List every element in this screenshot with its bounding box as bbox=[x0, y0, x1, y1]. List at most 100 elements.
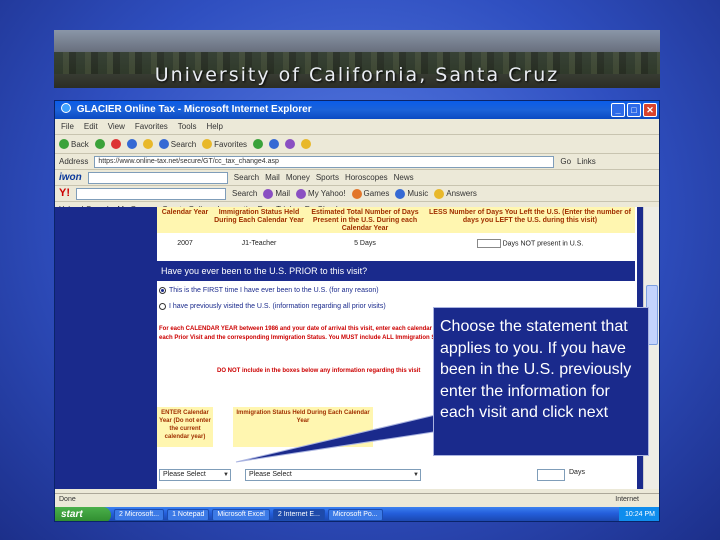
days-input[interactable] bbox=[537, 469, 565, 481]
forward-arrow-icon bbox=[94, 139, 105, 149]
university-banner: University of California, Santa Cruz bbox=[54, 30, 660, 88]
system-tray-clock: 10:24 PM bbox=[619, 507, 659, 521]
yahoo-item-answers[interactable]: Answers bbox=[434, 186, 477, 201]
iwon-search-button[interactable]: Search bbox=[234, 170, 259, 185]
task-button-4[interactable]: 2 Internet E... bbox=[272, 509, 325, 521]
iwon-item-sports[interactable]: Sports bbox=[316, 170, 339, 185]
instruction-callout: Choose the statement that applies to you… bbox=[433, 307, 649, 456]
prior-visit-instructions: For each CALENDAR YEAR between 1986 and … bbox=[159, 326, 454, 341]
mail-icon bbox=[269, 139, 280, 149]
yahoo-item-games[interactable]: Games bbox=[351, 186, 389, 201]
iwon-item-mail[interactable]: Mail bbox=[265, 170, 280, 185]
favorites-button[interactable]: Favorites bbox=[202, 137, 247, 152]
search-icon bbox=[158, 139, 169, 149]
iwon-logo: iwon bbox=[59, 172, 82, 183]
option-previous-visit[interactable]: I have previously visited the U.S. (info… bbox=[159, 303, 386, 310]
menu-file[interactable]: File bbox=[59, 119, 76, 134]
go-button[interactable]: Go bbox=[560, 154, 571, 169]
print-button[interactable] bbox=[285, 139, 296, 149]
task-button-3[interactable]: Microsoft Excel bbox=[212, 509, 270, 521]
menu-bar: File Edit View Favorites Tools Help bbox=[55, 119, 659, 135]
back-arrow-icon bbox=[59, 139, 69, 149]
home-button[interactable] bbox=[142, 139, 153, 149]
yahoo-toolbar: Y! Search Mail My Yahoo! Games Music Ans… bbox=[55, 186, 659, 202]
option-first-time[interactable]: This is the FIRST time I have ever been … bbox=[159, 287, 379, 294]
row-days-left: Days NOT present in U.S. bbox=[425, 238, 635, 248]
task-button-5[interactable]: Microsoft Po... bbox=[327, 509, 383, 521]
forward-button[interactable] bbox=[94, 139, 105, 149]
stop-icon bbox=[110, 139, 121, 149]
iwon-toolbar: iwon Search Mail Money Sports Horoscopes… bbox=[55, 170, 659, 186]
days-label: Days bbox=[569, 469, 585, 476]
security-zone: Internet bbox=[615, 496, 639, 503]
home-icon bbox=[142, 139, 153, 149]
col-days-left: LESS Number of Days You Left the U.S. (E… bbox=[429, 209, 631, 224]
minimize-button[interactable]: _ bbox=[611, 103, 625, 117]
address-input[interactable]: https://www.online-tax.net/secure/GT/cc_… bbox=[94, 155, 555, 168]
history-icon bbox=[253, 139, 264, 149]
address-label: Address bbox=[59, 157, 89, 166]
visit-table-row: 2007 J1-Teacher 5 Days Days NOT present … bbox=[157, 233, 635, 253]
menu-favorites[interactable]: Favorites bbox=[133, 119, 170, 134]
iwon-item-money[interactable]: Money bbox=[286, 170, 310, 185]
myyahoo-icon bbox=[296, 188, 307, 199]
back-button[interactable]: Back bbox=[59, 137, 89, 152]
exclude-current-visit-note: DO NOT include in the boxes below any in… bbox=[217, 368, 421, 374]
mail-button[interactable] bbox=[269, 139, 280, 149]
status-select[interactable]: Please Select bbox=[245, 469, 421, 481]
print-icon bbox=[285, 139, 296, 149]
standard-toolbar: Back Search Favorites bbox=[55, 135, 659, 154]
yahoo-search-button[interactable]: Search bbox=[232, 186, 257, 201]
banner-title: University of California, Santa Cruz bbox=[154, 64, 560, 86]
ie-icon bbox=[61, 103, 71, 113]
first-time-radio[interactable] bbox=[159, 287, 166, 294]
menu-help[interactable]: Help bbox=[204, 119, 224, 134]
star-icon bbox=[202, 139, 213, 149]
windows-taskbar: start 2 Microsoft... 1 Notepad Microsoft… bbox=[55, 507, 659, 521]
year-select[interactable]: Please Select bbox=[159, 469, 231, 481]
menu-edit[interactable]: Edit bbox=[82, 119, 100, 134]
close-button[interactable]: ✕ bbox=[643, 103, 657, 117]
row-year: 2007 bbox=[177, 239, 193, 247]
status-bar: Done Internet bbox=[55, 493, 659, 505]
refresh-button[interactable] bbox=[126, 139, 137, 149]
music-icon bbox=[395, 188, 406, 199]
search-button[interactable]: Search bbox=[158, 137, 196, 152]
window-titlebar[interactable]: GLACIER Online Tax - Microsoft Internet … bbox=[55, 101, 659, 119]
menu-view[interactable]: View bbox=[106, 119, 127, 134]
refresh-icon bbox=[126, 139, 137, 149]
stop-button[interactable] bbox=[110, 139, 121, 149]
row-days: 5 Days bbox=[354, 239, 376, 247]
iwon-item-horoscopes[interactable]: Horoscopes bbox=[345, 170, 388, 185]
task-button-1[interactable]: 2 Microsoft... bbox=[114, 509, 165, 521]
yahoo-item-music[interactable]: Music bbox=[395, 186, 428, 201]
page-left-margin bbox=[55, 207, 157, 489]
col-immigration-status: Immigration Status Held During Each Cale… bbox=[214, 209, 304, 224]
folder-icon bbox=[301, 139, 312, 149]
prior-visit-question: Have you ever been to the U.S. PRIOR to … bbox=[157, 261, 635, 281]
iwon-search-input[interactable] bbox=[87, 171, 228, 184]
col-days-present: Estimated Total Number of Days Present i… bbox=[311, 209, 419, 232]
history-button[interactable] bbox=[253, 139, 264, 149]
enter-year-header: ENTER Calendar Year (Do not enter the cu… bbox=[157, 407, 213, 447]
start-button[interactable]: start bbox=[55, 507, 111, 521]
previous-visit-radio[interactable] bbox=[159, 303, 166, 310]
yahoo-logo: Y! bbox=[59, 187, 70, 199]
yahoo-search-input[interactable] bbox=[76, 187, 226, 200]
status-header: Immigration Status Held During Each Cale… bbox=[233, 407, 373, 447]
envelope-icon bbox=[263, 188, 274, 199]
days-left-input[interactable] bbox=[476, 238, 501, 248]
address-bar: Address https://www.online-tax.net/secur… bbox=[55, 154, 659, 170]
status-text: Done bbox=[59, 496, 76, 503]
menu-tools[interactable]: Tools bbox=[176, 119, 199, 134]
window-title: GLACIER Online Tax - Microsoft Internet … bbox=[76, 104, 312, 115]
iwon-item-news[interactable]: News bbox=[394, 170, 414, 185]
task-button-2[interactable]: 1 Notepad bbox=[167, 509, 210, 521]
links-button[interactable]: Links bbox=[577, 154, 596, 169]
row-status: J1-Teacher bbox=[241, 239, 277, 247]
yahoo-item-myyahoo[interactable]: My Yahoo! bbox=[296, 186, 346, 201]
maximize-button[interactable]: □ bbox=[627, 103, 641, 117]
yahoo-item-mail[interactable]: Mail bbox=[263, 186, 290, 201]
edit-button[interactable] bbox=[301, 139, 312, 149]
games-icon bbox=[351, 188, 362, 199]
